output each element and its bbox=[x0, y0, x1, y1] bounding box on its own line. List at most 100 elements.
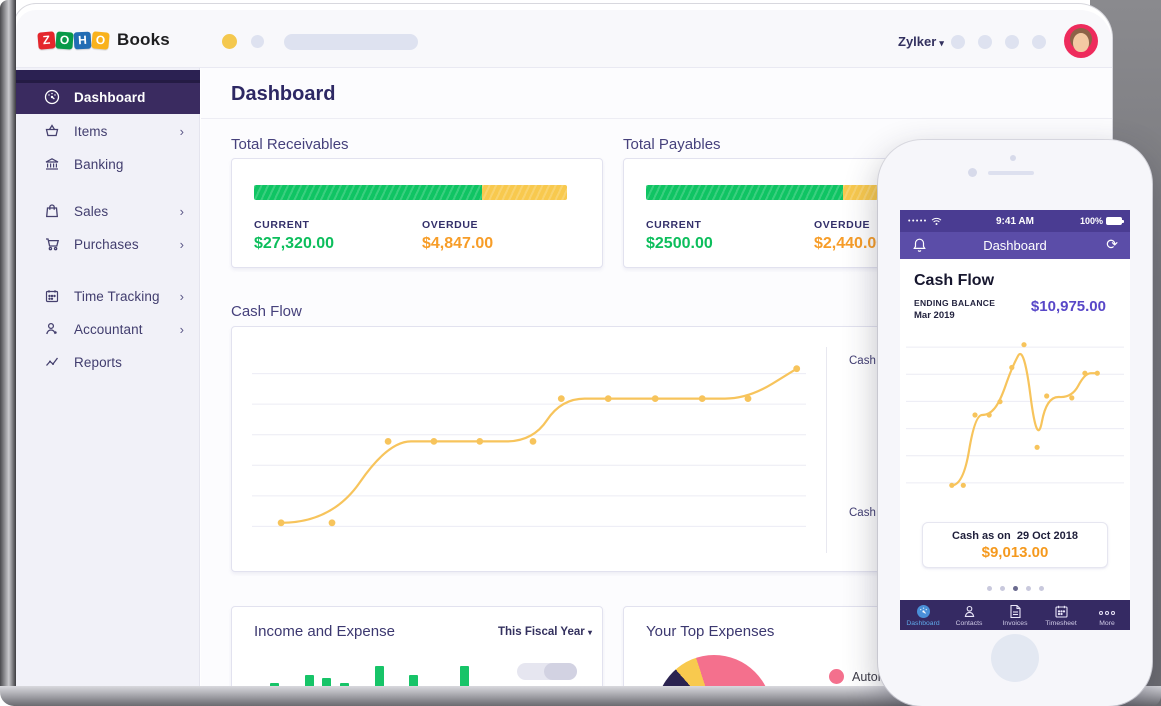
tab-more[interactable]: More bbox=[1084, 600, 1130, 630]
phone-camera-dot bbox=[1010, 155, 1016, 161]
org-selector[interactable]: Zylker▾ bbox=[898, 34, 944, 49]
cash-as-on-line: Cash as on 29 Oct 2018 bbox=[923, 530, 1107, 542]
phone-speaker bbox=[988, 171, 1034, 175]
legend-divider bbox=[826, 347, 827, 553]
gauge-icon bbox=[44, 89, 60, 105]
bar bbox=[322, 678, 331, 686]
payables-section-title: Total Payables bbox=[623, 136, 721, 153]
org-name: Zylker bbox=[898, 34, 936, 49]
page-dot-active[interactable] bbox=[1013, 586, 1018, 591]
progress-segment bbox=[482, 185, 567, 200]
bar bbox=[409, 675, 418, 686]
ending-balance-label: ENDING BALANCE bbox=[914, 298, 995, 308]
basket-icon bbox=[44, 123, 60, 139]
sidebar-item-label: Items bbox=[74, 124, 108, 139]
bar bbox=[460, 666, 469, 686]
tab-label: More bbox=[1084, 620, 1130, 627]
timesheet-calendar-icon bbox=[44, 288, 60, 304]
logo-tile-o2: O bbox=[91, 31, 109, 49]
sidebar-item-sales[interactable]: Sales › bbox=[16, 194, 200, 228]
sidebar-top-strip bbox=[16, 70, 200, 80]
refresh-icon[interactable]: ⟳ bbox=[1106, 236, 1118, 253]
sidebar: Dashboard Items › Banking Sales bbox=[16, 68, 200, 686]
battery-icon bbox=[1106, 217, 1122, 225]
bank-icon bbox=[44, 156, 60, 172]
page-header: Dashboard bbox=[201, 68, 1112, 119]
receivables-card: CURRENT $27,320.00 OVERDUE $4,847.00 bbox=[231, 158, 603, 268]
tab-dashboard[interactable]: Dashboard bbox=[900, 600, 946, 630]
progress-segment bbox=[254, 185, 482, 200]
tab-timesheet[interactable]: Timesheet bbox=[1038, 600, 1084, 630]
logo-tile-h: H bbox=[74, 31, 92, 49]
more-dots-icon bbox=[1098, 606, 1116, 621]
sidebar-item-label: Purchases bbox=[74, 237, 139, 252]
logo-tile-z: Z bbox=[37, 31, 55, 49]
page-dot[interactable] bbox=[987, 586, 992, 591]
topbar-icon-4[interactable] bbox=[1032, 35, 1046, 49]
battery-indicator: 100% bbox=[1080, 216, 1122, 226]
timesheet-calendar-icon bbox=[1054, 604, 1069, 619]
phone-mockup: ••••• 9:41 AM 100% Dashboard ⟳ Cash Flow… bbox=[878, 140, 1152, 706]
receivables-progress-bar bbox=[254, 185, 567, 200]
accrual-cash-toggle[interactable] bbox=[517, 663, 577, 680]
invoice-document-icon bbox=[1009, 604, 1022, 619]
legend-color-dot bbox=[829, 669, 844, 684]
sidebar-item-label: Sales bbox=[74, 204, 108, 219]
sidebar-item-dashboard[interactable]: Dashboard bbox=[16, 80, 200, 114]
toggle-knob bbox=[544, 663, 577, 680]
tab-invoices[interactable]: Invoices bbox=[992, 600, 1038, 630]
topbar-icon-3[interactable] bbox=[1005, 35, 1019, 49]
topbar-icon-placeholder[interactable] bbox=[251, 35, 264, 48]
notification-dot-button[interactable] bbox=[222, 34, 237, 49]
cashflow-line-chart bbox=[246, 343, 812, 557]
phone-page-title: Dashboard bbox=[900, 238, 1130, 253]
phone-home-button[interactable] bbox=[991, 634, 1039, 682]
sidebar-item-purchases[interactable]: Purchases › bbox=[16, 227, 200, 261]
bar bbox=[305, 675, 314, 686]
receivables-section-title: Total Receivables bbox=[231, 136, 349, 153]
sidebar-item-items[interactable]: Items › bbox=[16, 114, 200, 148]
search-input[interactable] bbox=[284, 34, 418, 50]
sidebar-item-accountant[interactable]: Accountant › bbox=[16, 312, 200, 346]
phone-front-camera bbox=[968, 168, 977, 177]
income-expense-card: Income and Expense This Fiscal Year ▾ bbox=[231, 606, 603, 686]
battery-percent: 100% bbox=[1080, 216, 1103, 226]
topbar-icon-2[interactable] bbox=[978, 35, 992, 49]
sidebar-item-banking[interactable]: Banking bbox=[16, 147, 200, 181]
cash-as-on-value: $9,013.00 bbox=[923, 544, 1107, 561]
tab-label: Invoices bbox=[992, 620, 1038, 627]
avatar-face bbox=[1073, 33, 1089, 52]
phone-tab-bar: Dashboard Contacts Invoices Timesheet Mo… bbox=[900, 600, 1130, 630]
sidebar-item-label: Banking bbox=[74, 157, 124, 172]
accountant-person-icon bbox=[44, 321, 60, 337]
page-title: Dashboard bbox=[231, 83, 335, 106]
current-label: CURRENT bbox=[646, 219, 702, 231]
chevron-right-icon: › bbox=[180, 289, 184, 304]
phone-nav-bar: Dashboard ⟳ bbox=[900, 232, 1130, 259]
carousel-pagination-dots[interactable] bbox=[900, 586, 1130, 591]
tab-label: Contacts bbox=[946, 620, 992, 627]
topbar: Z O H O Books Zylker▾ bbox=[16, 10, 1112, 68]
sidebar-item-label: Accountant bbox=[74, 322, 143, 337]
page-dot[interactable] bbox=[1039, 586, 1044, 591]
tab-label: Dashboard bbox=[900, 620, 946, 627]
cash-as-on-label: Cash as on bbox=[952, 530, 1011, 542]
page-dot[interactable] bbox=[1000, 586, 1005, 591]
user-avatar[interactable] bbox=[1064, 24, 1098, 58]
shopping-bag-icon bbox=[44, 203, 60, 219]
topbar-icon-1[interactable] bbox=[951, 35, 965, 49]
chevron-down-icon: ▾ bbox=[939, 38, 944, 48]
overdue-value: $2,440.00 bbox=[814, 235, 885, 253]
logo-tile-o1: O bbox=[55, 31, 73, 49]
top-expenses-title: Your Top Expenses bbox=[646, 623, 774, 640]
sidebar-item-time-tracking[interactable]: Time Tracking › bbox=[16, 279, 200, 313]
phone-cash-as-on-card[interactable]: Cash as on 29 Oct 2018 $9,013.00 bbox=[922, 522, 1108, 568]
phone-screen: ••••• 9:41 AM 100% Dashboard ⟳ Cash Flow… bbox=[900, 210, 1130, 630]
sidebar-item-reports[interactable]: Reports bbox=[16, 345, 200, 379]
sidebar-item-label: Dashboard bbox=[74, 90, 145, 105]
tab-contacts[interactable]: Contacts bbox=[946, 600, 992, 630]
current-label: CURRENT bbox=[254, 219, 310, 231]
overdue-label: OVERDUE bbox=[814, 219, 870, 231]
logo-text: Books bbox=[117, 30, 170, 50]
page-dot[interactable] bbox=[1026, 586, 1031, 591]
